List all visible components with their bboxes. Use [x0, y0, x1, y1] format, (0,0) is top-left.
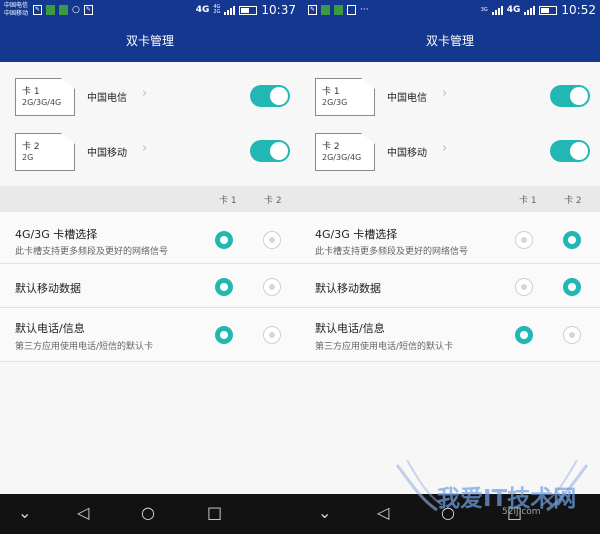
- col-card-2: 卡 2: [264, 196, 282, 206]
- hide-nav-icon[interactable]: ⌄: [18, 503, 31, 523]
- setting-title: 默认电话/信息: [315, 322, 385, 335]
- column-header: 卡 1 卡 2: [300, 186, 600, 212]
- setting-default-data: 默认移动数据: [300, 264, 600, 308]
- setting-default-call: 默认电话/信息 第三方应用使用电话/短信的默认卡: [0, 308, 300, 362]
- signal-icon: [524, 5, 536, 15]
- setting-default-call: 默认电话/信息 第三方应用使用电话/短信的默认卡: [300, 308, 600, 362]
- setting-desc: 此卡槽支持更多频段及更好的网络信号: [15, 247, 169, 257]
- setting-title: 4G/3G 卡槽选择: [15, 228, 98, 241]
- recent-apps-icon[interactable]: □: [507, 503, 522, 523]
- sim-row-2[interactable]: 卡 2 2G/3G/4G 中国移动 ›: [300, 125, 600, 177]
- page-title: 双卡管理: [0, 22, 300, 62]
- setting-title: 默认移动数据: [315, 282, 381, 295]
- setting-title: 4G/3G 卡槽选择: [315, 228, 398, 241]
- chevron-right-icon: ›: [442, 86, 448, 101]
- radio-data-card-2[interactable]: [563, 278, 581, 296]
- sim-card-icon: 卡 1 2G/3G/4G: [15, 78, 75, 116]
- edit-icon: ✎: [33, 5, 42, 15]
- recent-apps-icon[interactable]: □: [207, 503, 222, 523]
- navigation-bar: ⌄ ◁ ○ □: [300, 494, 600, 534]
- chevron-right-icon: ›: [442, 141, 448, 156]
- radio-data-card-1[interactable]: [215, 278, 233, 296]
- home-icon[interactable]: ○: [441, 503, 455, 523]
- hide-nav-icon[interactable]: ⌄: [318, 503, 331, 523]
- phone-screen-1: 中国电信 中国移动 ✎ ○ ✎ 4G 4G 2G 10:37 双卡管理 卡 1 …: [0, 0, 300, 534]
- sim-row-2[interactable]: 卡 2 2G 中国移动 ›: [0, 125, 300, 177]
- edit-icon: ✎: [83, 5, 93, 15]
- radio-data-card-2[interactable]: [263, 278, 281, 296]
- radio-slot-card-1[interactable]: [515, 231, 533, 249]
- col-card-2: 卡 2: [564, 196, 582, 206]
- sim-card-icon: 卡 2 2G/3G/4G: [315, 133, 375, 171]
- phone-screen-2: ✎ ··· 3G 4G 10:52 双卡管理 卡 1 2G/3G 中国电信 ›: [300, 0, 600, 534]
- sim-2-toggle[interactable]: [550, 140, 590, 162]
- more-icon: ···: [360, 5, 369, 15]
- sim-1-toggle[interactable]: [550, 85, 590, 107]
- col-card-1: 卡 1: [519, 196, 537, 206]
- page-title: 双卡管理: [300, 22, 600, 62]
- chevron-right-icon: ›: [142, 86, 148, 101]
- carrier-2: 中国移动: [4, 10, 29, 17]
- sim-operator: 中国移动: [387, 148, 427, 159]
- radio-call-card-1[interactable]: [215, 326, 233, 344]
- navigation-bar: ⌄ ◁ ○ □: [0, 494, 300, 534]
- sim-icon: [321, 5, 330, 15]
- carrier-1: 中国电信: [4, 2, 29, 9]
- back-icon[interactable]: ◁: [77, 503, 89, 523]
- chat-icon: ○: [72, 5, 80, 15]
- network-type: 4G: [506, 5, 521, 15]
- radio-slot-card-2[interactable]: [563, 231, 581, 249]
- chevron-right-icon: ›: [142, 141, 148, 156]
- setting-desc: 此卡槽支持更多频段及更好的网络信号: [315, 247, 469, 257]
- column-header: 卡 1 卡 2: [0, 186, 300, 212]
- back-icon[interactable]: ◁: [377, 503, 389, 523]
- sim-icon: [59, 5, 68, 15]
- radio-slot-card-1[interactable]: [215, 231, 233, 249]
- sim-operator: 中国电信: [387, 93, 427, 104]
- radio-call-card-2[interactable]: [563, 326, 581, 344]
- sim-2-toggle[interactable]: [250, 140, 290, 162]
- setting-title: 默认电话/信息: [15, 322, 85, 335]
- network-type-small: 4G 2G: [213, 4, 221, 15]
- sim-icon: [46, 5, 55, 15]
- radio-call-card-2[interactable]: [263, 326, 281, 344]
- home-icon[interactable]: ○: [141, 503, 155, 523]
- battery-icon: [239, 5, 258, 15]
- sim-1-toggle[interactable]: [250, 85, 290, 107]
- battery-icon: [539, 5, 558, 15]
- image-icon: [347, 5, 356, 15]
- network-type: 4G: [195, 5, 210, 15]
- radio-slot-card-2[interactable]: [263, 231, 281, 249]
- sim-row-1[interactable]: 卡 1 2G/3G/4G 中国电信 ›: [0, 70, 300, 122]
- radio-call-card-1[interactable]: [515, 326, 533, 344]
- sim-operator: 中国移动: [87, 148, 127, 159]
- sim-card-icon: 卡 1 2G/3G: [315, 78, 375, 116]
- edit-icon: ✎: [308, 5, 317, 15]
- radio-data-card-1[interactable]: [515, 278, 533, 296]
- signal-icon: [491, 5, 503, 15]
- status-bar: ✎ ··· 3G 4G 10:52: [300, 0, 600, 22]
- setting-slot-select: 4G/3G 卡槽选择 此卡槽支持更多频段及更好的网络信号: [300, 212, 600, 264]
- carrier-names: 中国电信 中国移动: [4, 2, 28, 18]
- setting-default-data: 默认移动数据: [0, 264, 300, 308]
- clock: 10:37: [261, 3, 296, 17]
- sim-operator: 中国电信: [87, 93, 127, 104]
- setting-desc: 第三方应用使用电话/短信的默认卡: [315, 342, 454, 352]
- setting-desc: 第三方应用使用电话/短信的默认卡: [15, 342, 154, 352]
- col-card-1: 卡 1: [219, 196, 237, 206]
- setting-title: 默认移动数据: [15, 282, 81, 295]
- sim-card-icon: 卡 2 2G: [15, 133, 75, 171]
- clock: 10:52: [561, 3, 596, 17]
- setting-slot-select: 4G/3G 卡槽选择 此卡槽支持更多频段及更好的网络信号: [0, 212, 300, 264]
- status-bar: 中国电信 中国移动 ✎ ○ ✎ 4G 4G 2G 10:37: [0, 0, 300, 22]
- sim-row-1[interactable]: 卡 1 2G/3G 中国电信 ›: [300, 70, 600, 122]
- network-type-small: 3G: [480, 6, 488, 13]
- sim-icon: [334, 5, 343, 15]
- signal-icon: [224, 5, 236, 15]
